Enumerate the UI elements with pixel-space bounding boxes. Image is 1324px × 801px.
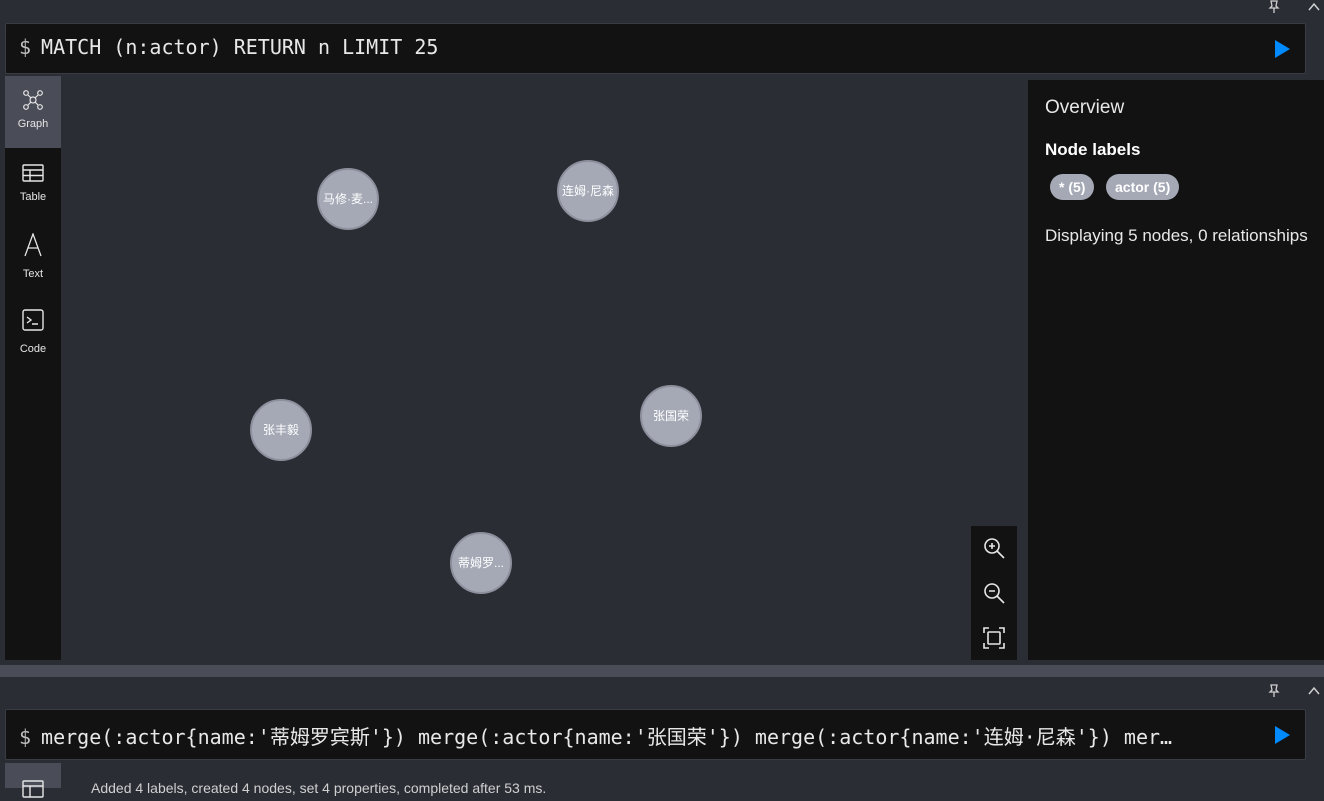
sidebar-label-graph: Graph <box>17 118 49 130</box>
graph-node[interactable]: 张丰毅 <box>250 399 312 461</box>
node-labels-heading: Node labels <box>1045 140 1141 159</box>
result-frame: $ MATCH (n:actor) RETURN n LIMIT 25 Graph <box>0 0 1324 665</box>
overview-panel: Overview Node labels * (5) actor (5) Dis… <box>1028 80 1324 660</box>
prompt-symbol: $ <box>19 725 32 749</box>
zoom-in-icon[interactable] <box>982 536 1006 560</box>
graph-node[interactable]: 张国荣 <box>640 385 702 447</box>
query-text[interactable]: MATCH (n:actor) RETURN n LIMIT 25 <box>41 35 438 59</box>
label-pill-actor[interactable]: actor (5) <box>1106 174 1180 200</box>
sidebar-item-table[interactable]: Table <box>5 149 61 221</box>
label-pill-all[interactable]: * (5) <box>1050 174 1095 200</box>
status-message: Added 4 labels, created 4 nodes, set 4 p… <box>91 780 547 796</box>
graph-node[interactable]: 马修·麦... <box>317 168 379 230</box>
text-icon <box>24 233 42 257</box>
graph-node[interactable]: 蒂姆罗... <box>450 532 512 594</box>
run-button-2[interactable] <box>1272 725 1292 745</box>
query-text-2[interactable]: merge(:actor{name:'蒂姆罗宾斯'}) merge(:actor… <box>41 725 1172 749</box>
graph-canvas[interactable]: 马修·麦... 连姆·尼森 张丰毅 张国荣 蒂姆罗... <box>61 76 1028 660</box>
sidebar-label-code: Code <box>19 343 47 355</box>
fit-screen-icon[interactable] <box>982 626 1006 650</box>
query-editor[interactable]: $ MATCH (n:actor) RETURN n LIMIT 25 <box>5 23 1306 74</box>
zoom-out-icon[interactable] <box>982 581 1006 605</box>
view-sidebar: Graph Table Text Code <box>5 76 61 660</box>
overview-title: Overview <box>1045 97 1125 118</box>
collapse-icon[interactable] <box>1305 684 1323 702</box>
sidebar-item-code[interactable]: Code <box>5 294 61 366</box>
collapse-icon[interactable] <box>1305 0 1323 18</box>
run-button[interactable] <box>1272 39 1292 59</box>
displaying-summary: Displaying 5 nodes, 0 relationships <box>1045 226 1308 245</box>
table-icon <box>22 780 44 798</box>
table-icon <box>22 164 44 182</box>
sidebar-item-graph[interactable]: Graph <box>5 76 61 148</box>
pin-icon[interactable] <box>1265 0 1283 18</box>
pin-icon[interactable] <box>1265 684 1283 702</box>
query-editor-2[interactable]: $ merge(:actor{name:'蒂姆罗宾斯'}) merge(:acto… <box>5 709 1306 760</box>
code-icon <box>22 309 44 331</box>
sidebar-label-table: Table <box>19 191 47 203</box>
sidebar-label-text: Text <box>22 268 44 280</box>
sidebar-item-text[interactable]: Text <box>5 219 61 291</box>
prompt-symbol: $ <box>19 35 32 59</box>
graph-node[interactable]: 连姆·尼森 <box>557 160 619 222</box>
table-view-tab-2[interactable] <box>5 763 61 798</box>
zoom-controls <box>971 526 1017 660</box>
graph-icon <box>23 90 43 110</box>
frame-divider <box>0 665 1324 677</box>
